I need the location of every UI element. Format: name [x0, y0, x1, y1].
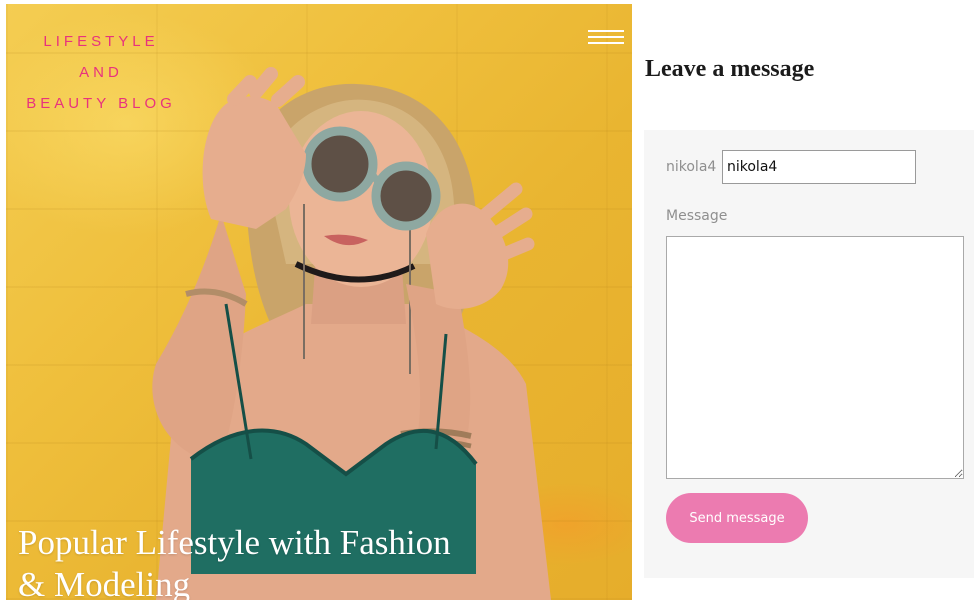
hero-title-line-2: & Modeling [18, 565, 191, 600]
menu-bar-3 [588, 42, 624, 44]
logo-line-1: LIFESTYLE [43, 33, 159, 50]
hero-title-line-1: Popular Lifestyle with Fashion [18, 523, 451, 562]
send-message-button[interactable]: Send message [666, 493, 808, 543]
message-textarea[interactable] [666, 236, 964, 479]
contact-form: nikola4 Message Send message [644, 130, 974, 578]
contact-section-title: Leave a message [645, 56, 815, 82]
hamburger-icon[interactable] [588, 30, 624, 50]
logo-line-3: BEAUTY BLOG [26, 95, 176, 112]
hero-banner: LIFESTYLE AND BEAUTY BLOG Popular Lifest… [6, 4, 632, 600]
username-label: nikola4 [666, 159, 717, 175]
logo-line-2: AND [79, 64, 123, 81]
message-label: Message [666, 208, 728, 224]
menu-bar-1 [588, 30, 624, 32]
menu-bar-2 [588, 36, 624, 38]
hero-title: Popular Lifestyle with Fashion & Modelin… [18, 522, 578, 600]
blog-logo[interactable]: LIFESTYLE AND BEAUTY BLOG [6, 26, 196, 119]
username-input[interactable] [722, 150, 916, 184]
